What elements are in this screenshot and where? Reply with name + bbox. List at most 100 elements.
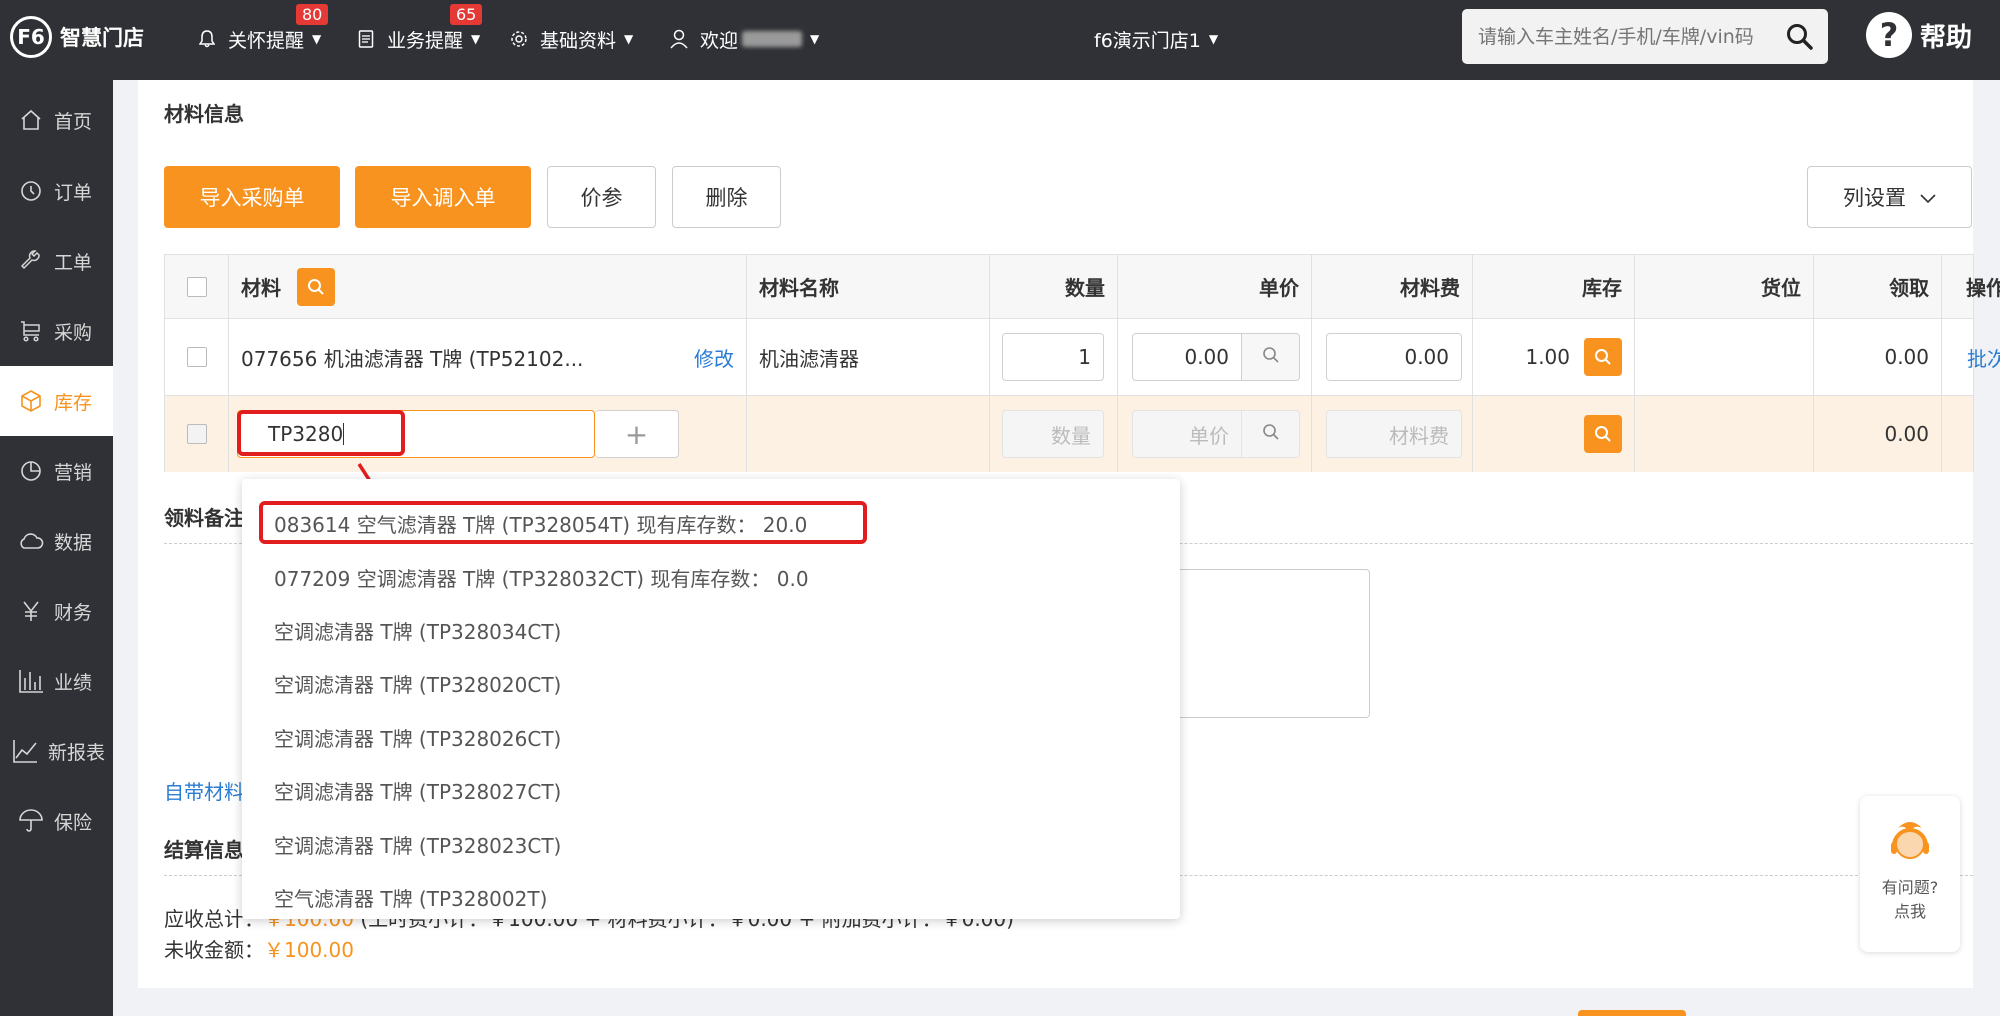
store-selector[interactable]: f6演示门店1 ▼ [1094, 24, 1218, 54]
price-input[interactable]: 0.00 [1132, 333, 1242, 381]
remark-textarea[interactable] [1180, 569, 1370, 718]
sidebar-item-inventory[interactable]: 库存 [0, 366, 113, 436]
own-material-link[interactable]: 自带材料 [164, 776, 244, 805]
search-icon [1262, 422, 1280, 446]
sidebar-item-home[interactable]: 首页 [0, 85, 113, 155]
logo[interactable]: F6 智慧门店 [10, 16, 144, 58]
fee-input[interactable]: 0.00 [1326, 333, 1462, 381]
price-input[interactable]: 单价 [1132, 410, 1242, 458]
sidebar-item-marketing[interactable]: 营销 [0, 436, 113, 506]
select-all-checkbox[interactable] [187, 276, 207, 297]
material-code: 077656 机油滤清器 T牌 (TP52102... [241, 346, 584, 371]
price-search-button[interactable] [1242, 410, 1300, 458]
ops-cell [1942, 396, 2000, 472]
header-ops: 操作 [1966, 276, 2000, 300]
logo-text: 智慧门店 [60, 26, 144, 50]
row-checkbox[interactable] [187, 424, 207, 444]
nav-business-reminder[interactable]: 业务提醒 ▼ 65 [355, 4, 483, 54]
fee-input[interactable]: 材料费 [1326, 410, 1462, 458]
store-name: f6演示门店1 [1094, 29, 1201, 52]
sidebar-item-orders[interactable]: 订单 [0, 156, 113, 226]
nav-label: 基础资料 [540, 29, 617, 52]
sidebar-item-insurance[interactable]: 保险 [0, 786, 113, 856]
dropdown-option[interactable]: 空调滤清器 T牌 (TP328027CT) [274, 776, 561, 805]
search-icon[interactable] [1786, 23, 1814, 55]
price-reference-button[interactable]: 价参 [547, 166, 656, 228]
notification-badge: 65 [450, 4, 483, 25]
batch-link[interactable]: 批次 [1967, 343, 2000, 372]
support-line2: 点我 [1893, 902, 1926, 921]
qty-cell: 1 [990, 319, 1118, 395]
delete-button[interactable]: 删除 [672, 166, 781, 228]
stock-search-button[interactable] [1584, 415, 1622, 453]
dropdown-option[interactable]: 空调滤清器 T牌 (TP328026CT) [274, 723, 561, 752]
dropdown-option[interactable]: 077209 空调滤清器 T牌 (TP328032CT) 现有库存数： 0.0 [274, 563, 809, 592]
price-search-button[interactable] [1242, 333, 1300, 381]
import-transfer-button[interactable]: 导入调入单 [355, 166, 531, 228]
sidebar-label: 工单 [54, 251, 93, 274]
qty-input[interactable]: 数量 [1002, 410, 1104, 458]
chevron-down-icon [1920, 185, 1936, 209]
sidebar-item-finance[interactable]: 财务 [0, 576, 113, 646]
remark-label: 领料备注 [164, 506, 244, 530]
location-cell [1635, 319, 1814, 395]
edit-link[interactable]: 修改 [694, 343, 734, 372]
blurred-username [742, 31, 803, 47]
material-name-cell: 机油滤清器 [747, 319, 990, 395]
header-fee: 材料费 [1312, 255, 1473, 318]
nav-care-reminder[interactable]: 关怀提醒 ▼ 80 [196, 4, 329, 54]
nav-user-menu[interactable]: 欢迎 ▼ [668, 24, 819, 54]
sidebar-label: 财务 [54, 601, 93, 624]
option-highlight-box [259, 501, 867, 544]
unpaid-amount: 未收金额：￥100.00 [164, 934, 354, 963]
sidebar-item-workorder[interactable]: 工单 [0, 226, 113, 296]
input-highlight-box [237, 410, 405, 456]
caret-down-icon: ▼ [624, 32, 634, 46]
bottom-action-button[interactable] [1578, 1010, 1686, 1016]
help-button[interactable]: ? 帮助 [1866, 12, 1972, 58]
qty-input[interactable]: 1 [1002, 333, 1104, 381]
dropdown-option[interactable]: 空气滤清器 T牌 (TP328002T) [274, 883, 547, 912]
header-pick: 领取 [1814, 255, 1942, 318]
global-search[interactable] [1462, 9, 1828, 64]
caret-down-icon: ▼ [810, 32, 820, 46]
nav-basic-data[interactable]: 基础资料 ▼ [508, 24, 633, 54]
stock-search-button[interactable] [1584, 338, 1622, 376]
location-cell [1635, 396, 1814, 472]
pick-cell: 0.00 [1814, 396, 1942, 472]
nav-label: 欢迎 [700, 29, 739, 52]
qty-cell: 数量 [990, 396, 1118, 472]
fee-cell: 0.00 [1312, 319, 1473, 395]
row-checkbox-cell [165, 396, 229, 472]
unpaid-label: 未收金额： [164, 938, 264, 962]
sidebar-item-new-report[interactable]: 新报表 [0, 716, 113, 786]
dropdown-option[interactable]: 空调滤清器 T牌 (TP328023CT) [274, 830, 561, 859]
sidebar-item-data[interactable]: 数据 [0, 506, 113, 576]
price-cell: 单价 [1118, 396, 1312, 472]
header-price: 单价 [1118, 255, 1312, 318]
dropdown-option[interactable]: 空调滤清器 T牌 (TP328020CT) [274, 669, 561, 698]
sidebar-item-purchase[interactable]: 采购 [0, 296, 113, 366]
sidebar-label: 数据 [54, 531, 93, 554]
material-section-title: 材料信息 [164, 102, 244, 126]
nav-label: 关怀提醒 [228, 29, 305, 52]
sidebar-label: 首页 [54, 110, 93, 133]
search-input[interactable] [1478, 25, 1778, 48]
sidebar-item-performance[interactable]: 业绩 [0, 646, 113, 716]
notification-badge: 80 [296, 4, 329, 25]
header-name: 材料名称 [747, 255, 990, 318]
support-line1: 有问题? [1881, 878, 1939, 897]
caret-down-icon: ▼ [471, 32, 481, 46]
row-checkbox[interactable] [187, 347, 207, 367]
cloud-icon [16, 526, 46, 556]
dropdown-option[interactable]: 空调滤清器 T牌 (TP328034CT) [274, 616, 561, 645]
column-settings-button[interactable]: 列设置 [1807, 166, 1972, 228]
sidebar-label: 营销 [54, 461, 93, 484]
support-widget[interactable]: 有问题? 点我 [1860, 796, 1960, 952]
column-settings-label: 列设置 [1843, 186, 1906, 210]
header-location: 货位 [1635, 255, 1814, 318]
logo-mark: F6 [10, 16, 52, 58]
add-material-button[interactable]: + [595, 410, 679, 458]
import-purchase-button[interactable]: 导入采购单 [164, 166, 340, 228]
material-search-button[interactable] [297, 267, 335, 306]
